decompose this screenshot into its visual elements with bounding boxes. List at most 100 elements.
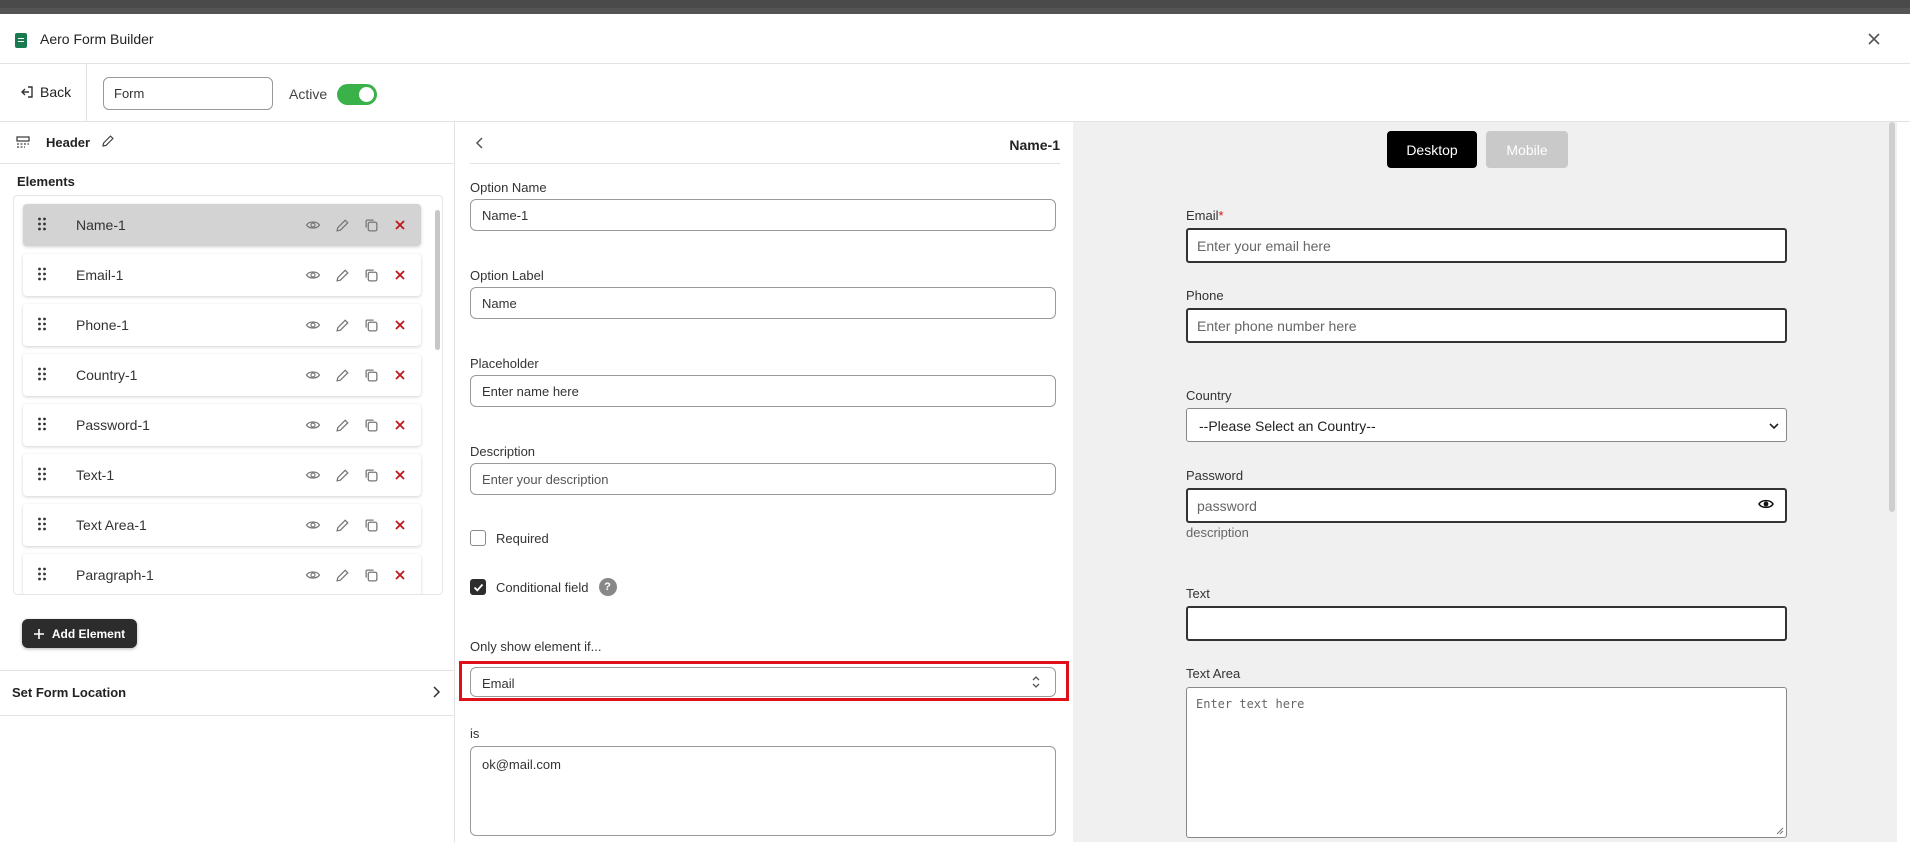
copy-icon[interactable] [362, 516, 380, 534]
copy-icon[interactable] [362, 366, 380, 384]
pencil-icon[interactable] [333, 366, 351, 384]
app-logo-icon [15, 33, 27, 48]
back-button[interactable]: Back [20, 84, 71, 100]
pencil-icon[interactable] [333, 316, 351, 334]
set-form-location-row[interactable]: Set Form Location [0, 670, 455, 716]
elements-list-items: Name-1 Email-1 Phone-1 Country-1 Password-1 T… [23, 204, 421, 594]
pencil-icon[interactable] [333, 266, 351, 284]
pencil-icon[interactable] [333, 416, 351, 434]
form-name-input[interactable] [103, 77, 273, 110]
delete-x-icon[interactable] [391, 216, 409, 234]
element-label: Text Area-1 [76, 517, 147, 533]
mobile-view-button[interactable]: Mobile [1486, 131, 1568, 168]
pencil-icon[interactable] [333, 216, 351, 234]
pencil-icon[interactable] [333, 466, 351, 484]
required-row: Required [470, 530, 549, 546]
drag-handle-icon[interactable] [37, 517, 47, 536]
drag-handle-icon[interactable] [37, 217, 47, 236]
eye-icon[interactable] [304, 216, 322, 234]
drag-handle-icon[interactable] [37, 267, 47, 286]
preview-phone-input[interactable] [1186, 308, 1787, 343]
drag-handle-icon[interactable] [37, 367, 47, 386]
preview-password-input[interactable] [1186, 488, 1787, 523]
element-item[interactable]: Country-1 [23, 354, 421, 396]
resize-grip-icon[interactable] [1775, 826, 1784, 835]
option-label-input[interactable] [470, 287, 1056, 319]
element-item[interactable]: Paragraph-1 [23, 554, 421, 594]
preview-text-input[interactable] [1186, 606, 1787, 641]
condition-field-select[interactable]: Email [470, 667, 1056, 697]
plus-icon [33, 628, 44, 639]
preview-scrollbar-thumb[interactable] [1889, 122, 1895, 512]
pencil-icon[interactable] [333, 516, 351, 534]
drag-handle-icon[interactable] [37, 467, 47, 486]
elements-scrollbar[interactable] [435, 204, 440, 590]
delete-x-icon[interactable] [391, 566, 409, 584]
drag-handle-icon[interactable] [37, 317, 47, 336]
pencil-icon[interactable] [333, 566, 351, 584]
required-checkbox[interactable] [470, 530, 486, 546]
element-item[interactable]: Email-1 [23, 254, 421, 296]
element-actions [304, 366, 409, 384]
header-label: Header [46, 135, 91, 150]
element-item[interactable]: Text-1 [23, 454, 421, 496]
conditional-checkbox[interactable] [470, 579, 486, 595]
delete-x-icon[interactable] [391, 516, 409, 534]
copy-icon[interactable] [362, 416, 380, 434]
delete-x-icon[interactable] [391, 266, 409, 284]
eye-icon[interactable] [1758, 496, 1774, 512]
delete-x-icon[interactable] [391, 316, 409, 334]
element-item[interactable]: Text Area-1 [23, 504, 421, 546]
eye-icon[interactable] [304, 266, 322, 284]
help-icon[interactable]: ? [598, 578, 617, 596]
copy-icon[interactable] [362, 316, 380, 334]
checkmark-icon [473, 583, 483, 592]
editor-title: Name-1 [1009, 137, 1060, 153]
preview-country-select[interactable]: --Please Select an Country-- [1186, 408, 1787, 442]
eye-icon[interactable] [304, 366, 322, 384]
header-section[interactable]: Header [0, 122, 455, 164]
option-name-input[interactable] [470, 199, 1056, 231]
element-label: Password-1 [76, 417, 150, 433]
up-down-arrows-icon [1032, 676, 1040, 688]
close-button[interactable] [1864, 29, 1884, 49]
copy-icon[interactable] [362, 566, 380, 584]
drag-handle-icon[interactable] [37, 417, 47, 436]
drag-handle-icon[interactable] [37, 567, 47, 586]
preview-email-input[interactable] [1186, 228, 1787, 263]
preview-password-label: Password [1186, 468, 1244, 483]
active-toggle[interactable] [337, 84, 377, 105]
pencil-icon[interactable] [101, 134, 115, 148]
copy-icon[interactable] [362, 216, 380, 234]
elements-title: Elements [17, 174, 75, 189]
condition-value-textarea[interactable]: ok@mail.com [470, 746, 1056, 836]
element-actions [304, 566, 409, 584]
element-item[interactable]: Name-1 [23, 204, 421, 246]
delete-x-icon[interactable] [391, 366, 409, 384]
preview-email-label-text: Email [1186, 208, 1219, 223]
preview-textarea-placeholder: Enter text here [1196, 697, 1305, 711]
delete-x-icon[interactable] [391, 466, 409, 484]
elements-scrollbar-thumb[interactable] [435, 210, 440, 350]
preview-textarea[interactable]: Enter text here [1186, 687, 1787, 838]
element-label: Paragraph-1 [76, 567, 154, 583]
desktop-view-button[interactable]: Desktop [1387, 131, 1477, 168]
eye-icon[interactable] [304, 416, 322, 434]
element-item[interactable]: Phone-1 [23, 304, 421, 346]
copy-icon[interactable] [362, 466, 380, 484]
description-input[interactable] [470, 463, 1056, 495]
copy-icon[interactable] [362, 266, 380, 284]
eye-icon[interactable] [304, 566, 322, 584]
preview-email-label: Email* [1186, 208, 1224, 223]
delete-x-icon[interactable] [391, 416, 409, 434]
placeholder-input[interactable] [470, 375, 1056, 407]
eye-icon[interactable] [304, 316, 322, 334]
element-item[interactable]: Password-1 [23, 404, 421, 446]
window-top-strip [0, 0, 1910, 8]
eye-icon[interactable] [304, 516, 322, 534]
preview-scrollbar[interactable] [1887, 122, 1897, 842]
add-element-button[interactable]: Add Element [22, 619, 137, 648]
preview-text-label: Text [1186, 586, 1210, 601]
eye-icon[interactable] [304, 466, 322, 484]
chevron-left-icon[interactable] [473, 136, 487, 150]
